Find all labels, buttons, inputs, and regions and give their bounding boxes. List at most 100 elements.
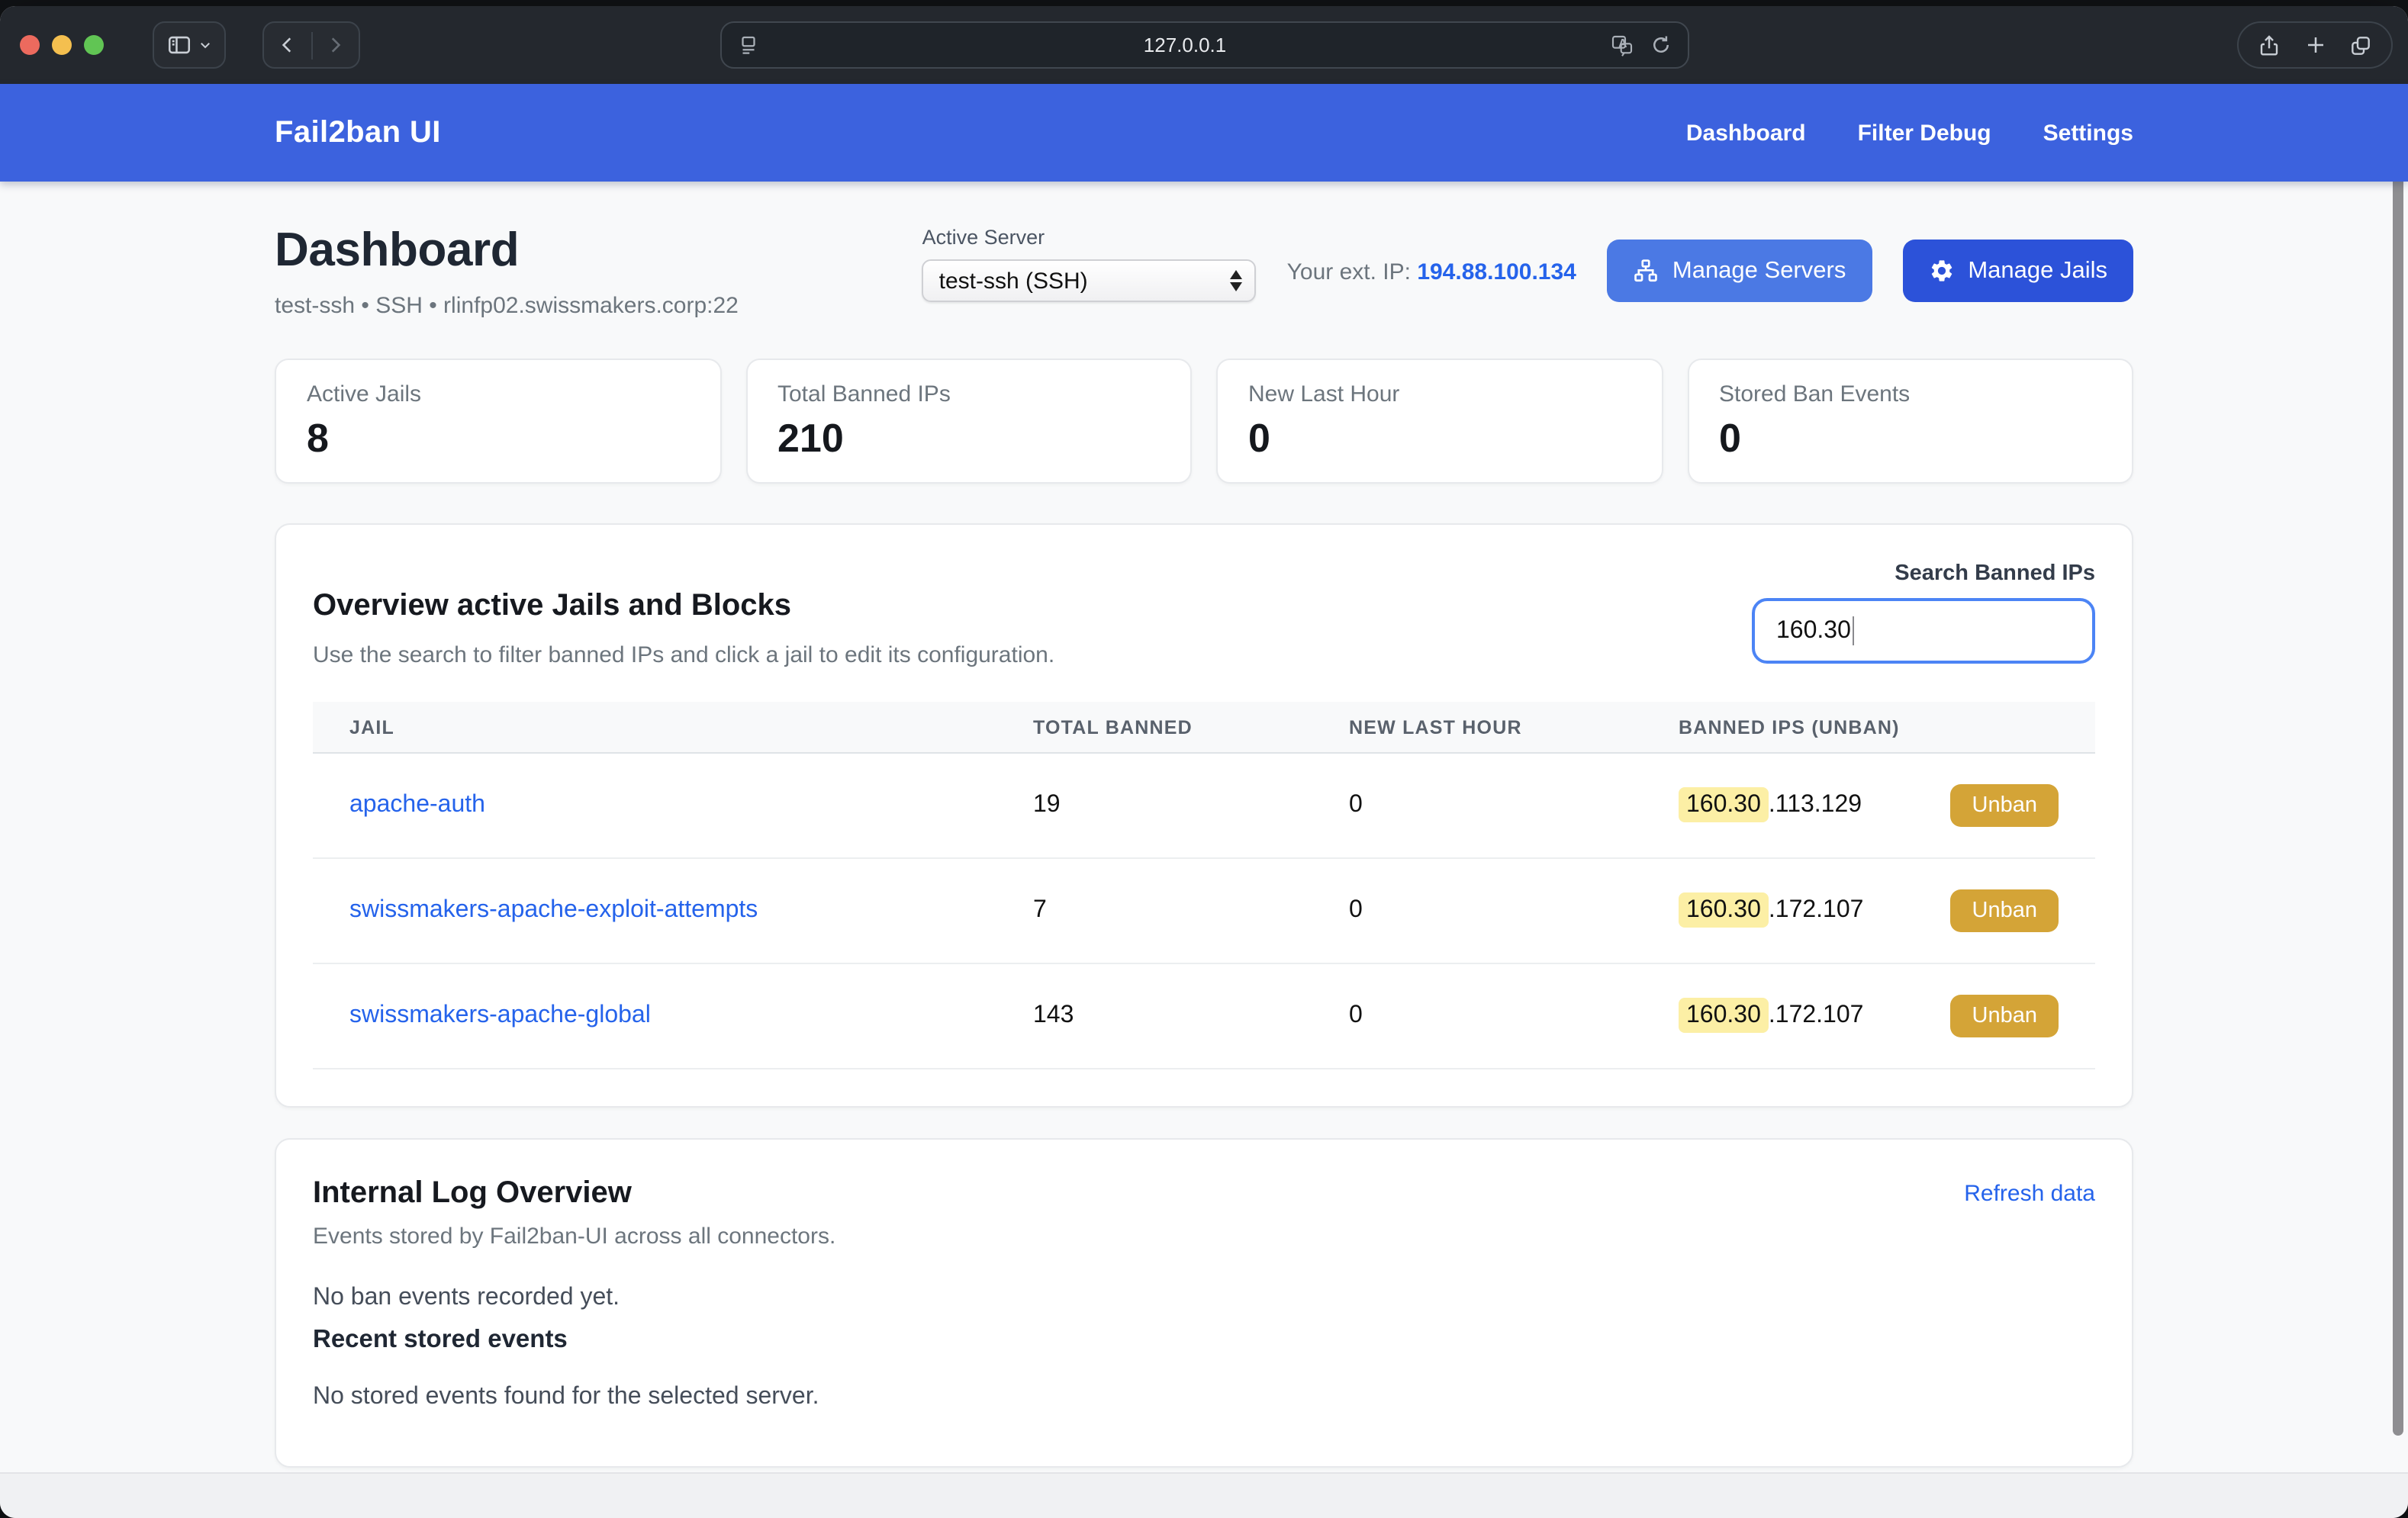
unban-button[interactable]: Unban <box>1951 889 2059 932</box>
unban-button[interactable]: Unban <box>1951 784 2059 827</box>
stat-cards: Active Jails 8 Total Banned IPs 210 New … <box>275 359 2133 484</box>
page-header: Dashboard test-ssh • SSH • rlinfp02.swis… <box>275 182 2133 319</box>
forward-button[interactable] <box>312 23 359 67</box>
jails-table: JAIL TOTAL BANNED NEW LAST HOUR BANNED I… <box>313 702 2095 1069</box>
new-tab-icon[interactable] <box>2303 34 2326 56</box>
sidebar-toggle-button[interactable] <box>153 21 226 69</box>
sidebar-icon <box>166 32 192 58</box>
external-ip-label: Your ext. IP: <box>1287 259 1411 285</box>
chevron-right-icon <box>326 35 346 55</box>
external-ip-value[interactable]: 194.88.100.134 <box>1417 259 1576 285</box>
manage-jails-label: Manage Jails <box>1968 257 2107 285</box>
jail-link[interactable]: swissmakers-apache-exploit-attempts <box>349 897 758 923</box>
table-header-row: JAIL TOTAL BANNED NEW LAST HOUR BANNED I… <box>313 702 2095 754</box>
gear-icon <box>1928 258 1954 284</box>
recent-stored-events-title: Recent stored events <box>313 1326 2095 1355</box>
refresh-data-link[interactable]: Refresh data <box>1964 1181 2095 1207</box>
total-banned-value: 7 <box>1033 897 1349 925</box>
stat-card-new-last-hour: New Last Hour 0 <box>1216 359 1663 484</box>
total-banned-value: 19 <box>1033 792 1349 819</box>
search-banned-ips-label: Search Banned IPs <box>1895 561 2095 586</box>
sitemap-icon <box>1633 258 1659 284</box>
history-nav-group <box>262 21 360 69</box>
stat-card-total-banned: Total Banned IPs 210 <box>745 359 1192 484</box>
new-last-hour-value: 0 <box>1349 1002 1679 1030</box>
banned-ip: 160.30.172.107 <box>1679 1002 1863 1030</box>
browser-titlebar: 127.0.0.1 A <box>0 6 2408 84</box>
jail-link[interactable]: swissmakers-apache-global <box>349 1002 651 1028</box>
column-header-new-last-hour: NEW LAST HOUR <box>1349 716 1679 738</box>
unban-button[interactable]: Unban <box>1951 995 2059 1037</box>
stat-value: 8 <box>307 415 689 462</box>
stat-value: 0 <box>1719 415 2101 462</box>
no-stored-events-text: No stored events found for the selected … <box>313 1384 2095 1430</box>
search-input-value: 160.30 <box>1776 617 1851 645</box>
page-title: Dashboard <box>275 223 739 278</box>
no-ban-events-text: No ban events recorded yet. <box>313 1285 2095 1312</box>
column-header-jail: JAIL <box>313 716 1033 738</box>
table-row: swissmakers-apache-exploit-attempts 7 0 … <box>313 859 2095 964</box>
overview-subtitle: Use the search to filter banned IPs and … <box>313 642 1054 668</box>
new-last-hour-value: 0 <box>1349 897 1679 925</box>
stat-label: Stored Ban Events <box>1719 381 2101 407</box>
page-subtitle: test-ssh • SSH • rlinfp02.swissmakers.co… <box>275 293 739 319</box>
translate-icon[interactable]: A <box>1610 33 1634 57</box>
app-navbar: Fail2ban UI Dashboard Filter Debug Setti… <box>0 84 2408 182</box>
nav-link-dashboard[interactable]: Dashboard <box>1686 120 1806 146</box>
select-stepper-icon <box>1231 270 1243 291</box>
column-header-banned-ips: BANNED IPS (UNBAN) <box>1679 716 2095 738</box>
active-server-label: Active Server <box>922 226 1257 249</box>
total-banned-value: 143 <box>1033 1002 1349 1030</box>
nav-link-settings[interactable]: Settings <box>2043 120 2133 146</box>
external-ip: Your ext. IP: 194.88.100.134 <box>1287 259 1576 285</box>
active-server-value: test-ssh (SSH) <box>939 268 1231 294</box>
ip-rest: .172.107 <box>1769 897 1864 923</box>
table-row: swissmakers-apache-global 143 0 160.30.1… <box>313 964 2095 1069</box>
stat-label: New Last Hour <box>1248 381 1631 407</box>
minimize-window-button[interactable] <box>52 35 72 55</box>
nav-links: Dashboard Filter Debug Settings <box>1686 120 2133 146</box>
toolbar-right-group <box>2237 21 2393 69</box>
manage-servers-button[interactable]: Manage Servers <box>1607 240 1872 302</box>
back-button[interactable] <box>264 23 311 67</box>
banned-ip: 160.30.113.129 <box>1679 792 1862 819</box>
url-text[interactable]: 127.0.0.1 <box>760 34 1610 56</box>
ip-highlight: 160.30 <box>1679 998 1769 1033</box>
search-banned-ips-input[interactable]: 160.30 <box>1752 598 2095 664</box>
jail-link[interactable]: apache-auth <box>349 792 485 818</box>
zoom-window-button[interactable] <box>84 35 104 55</box>
internal-log-card: Internal Log Overview Refresh data Event… <box>275 1138 2133 1468</box>
nav-link-filter-debug[interactable]: Filter Debug <box>1858 120 1991 146</box>
tab-overview-icon[interactable] <box>2348 33 2373 57</box>
address-bar[interactable]: 127.0.0.1 A <box>720 21 1689 69</box>
close-window-button[interactable] <box>20 35 40 55</box>
overview-title: Overview active Jails and Blocks <box>313 589 1054 624</box>
overview-card: Overview active Jails and Blocks Use the… <box>275 523 2133 1108</box>
page-content: Dashboard test-ssh • SSH • rlinfp02.swis… <box>0 182 2408 1478</box>
stat-label: Total Banned IPs <box>777 381 1160 407</box>
stat-value: 0 <box>1248 415 1631 462</box>
translate-glyph: A <box>1618 36 1627 50</box>
ip-rest: .172.107 <box>1769 1002 1864 1028</box>
ip-rest: .113.129 <box>1769 792 1862 818</box>
browser-window: 127.0.0.1 A <box>0 6 2408 1518</box>
text-caret <box>1853 616 1855 645</box>
column-header-total-banned: TOTAL BANNED <box>1033 716 1349 738</box>
scrollbar-thumb[interactable] <box>2393 93 2403 1436</box>
stat-card-stored-ban-events: Stored Ban Events 0 <box>1687 359 2133 484</box>
traffic-lights <box>20 35 104 55</box>
log-title: Internal Log Overview <box>313 1176 632 1211</box>
brand[interactable]: Fail2ban UI <box>275 115 441 150</box>
table-row: apache-auth 19 0 160.30.113.129 Unban <box>313 754 2095 859</box>
reload-icon[interactable] <box>1650 34 1672 56</box>
banned-ip: 160.30.172.107 <box>1679 897 1863 925</box>
manage-jails-button[interactable]: Manage Jails <box>1902 240 2133 302</box>
window-bottom-strip <box>0 1472 2408 1518</box>
ip-highlight: 160.30 <box>1679 787 1769 822</box>
page-format-icon[interactable] <box>737 34 760 56</box>
active-server-select[interactable]: test-ssh (SSH) <box>922 259 1257 302</box>
share-icon[interactable] <box>2257 33 2281 57</box>
stat-card-active-jails: Active Jails 8 <box>275 359 721 484</box>
screen: 127.0.0.1 A <box>0 0 2408 1518</box>
chevron-left-icon <box>278 35 298 55</box>
